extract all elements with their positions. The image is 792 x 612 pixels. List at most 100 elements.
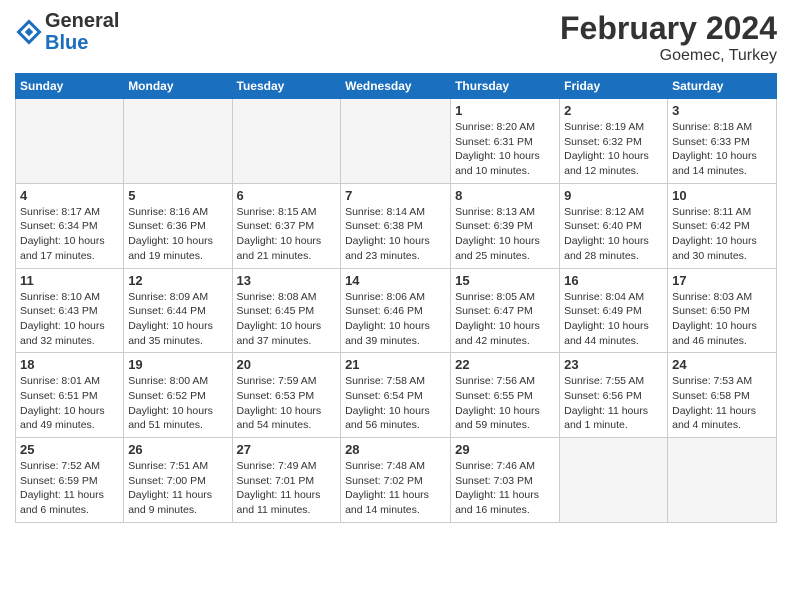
day-number: 4 (20, 188, 119, 203)
day-detail: Sunrise: 8:12 AM Sunset: 6:40 PM Dayligh… (564, 205, 663, 264)
calendar-cell: 11Sunrise: 8:10 AM Sunset: 6:43 PM Dayli… (16, 268, 124, 353)
day-detail: Sunrise: 8:17 AM Sunset: 6:34 PM Dayligh… (20, 205, 119, 264)
day-number: 24 (672, 357, 772, 372)
day-number: 1 (455, 103, 555, 118)
calendar-cell: 10 Sunrise: 8:11 AM Sunset: 6:42 PM Dayli… (668, 183, 777, 268)
day-number: 7 (345, 188, 446, 203)
day-number: 15 (455, 273, 555, 288)
day-header-sunday: Sunday (16, 74, 124, 99)
day-number: 5 (128, 188, 227, 203)
page-subtitle: Goemec, Turkey (560, 47, 777, 65)
calendar-cell (124, 99, 232, 184)
day-number: 12 (128, 273, 227, 288)
calendar-cell: 28 Sunrise: 7:48 AM Sunset: 7:02 PM Dayli… (341, 438, 451, 523)
calendar-cell: 23 Sunrise: 7:55 AM Sunset: 6:56 PM Dayli… (560, 353, 668, 438)
calendar-table: SundayMondayTuesdayWednesdayThursdayFrid… (15, 73, 777, 523)
calendar-cell: 16Sunrise: 8:04 AM Sunset: 6:49 PM Dayli… (560, 268, 668, 353)
day-number: 22 (455, 357, 555, 372)
calendar-cell: 5 Sunrise: 8:16 AM Sunset: 6:36 PM Daylig… (124, 183, 232, 268)
day-detail: Sunrise: 7:49 AM Sunset: 7:01 PM Dayligh… (237, 459, 337, 518)
day-detail: Sunrise: 7:52 AM Sunset: 6:59 PM Dayligh… (20, 459, 119, 518)
calendar-cell: 2 Sunrise: 8:19 AM Sunset: 6:32 PM Daylig… (560, 99, 668, 184)
calendar-cell: 9 Sunrise: 8:12 AM Sunset: 6:40 PM Daylig… (560, 183, 668, 268)
day-number: 29 (455, 442, 555, 457)
day-number: 28 (345, 442, 446, 457)
calendar-cell (232, 99, 341, 184)
day-number: 26 (128, 442, 227, 457)
day-number: 23 (564, 357, 663, 372)
calendar-cell: 3 Sunrise: 8:18 AM Sunset: 6:33 PM Daylig… (668, 99, 777, 184)
day-detail: Sunrise: 8:16 AM Sunset: 6:36 PM Dayligh… (128, 205, 227, 264)
calendar-header-row: SundayMondayTuesdayWednesdayThursdayFrid… (16, 74, 777, 99)
calendar-cell: 24 Sunrise: 7:53 AM Sunset: 6:58 PM Dayli… (668, 353, 777, 438)
day-number: 9 (564, 188, 663, 203)
day-detail: Sunrise: 8:00 AM Sunset: 6:52 PM Dayligh… (128, 374, 227, 433)
calendar-cell: 14Sunrise: 8:06 AM Sunset: 6:46 PM Dayli… (341, 268, 451, 353)
day-number: 19 (128, 357, 227, 372)
calendar-cell: 29 Sunrise: 7:46 AM Sunset: 7:03 PM Dayli… (451, 438, 560, 523)
calendar-cell: 17Sunrise: 8:03 AM Sunset: 6:50 PM Dayli… (668, 268, 777, 353)
day-detail: Sunrise: 8:03 AM Sunset: 6:50 PM Dayligh… (672, 290, 772, 349)
calendar-cell: 19 Sunrise: 8:00 AM Sunset: 6:52 PM Dayli… (124, 353, 232, 438)
day-detail: Sunrise: 7:46 AM Sunset: 7:03 PM Dayligh… (455, 459, 555, 518)
day-detail: Sunrise: 8:20 AM Sunset: 6:31 PM Dayligh… (455, 120, 555, 179)
day-header-wednesday: Wednesday (341, 74, 451, 99)
logo-general-text: General (45, 10, 119, 32)
calendar-cell (668, 438, 777, 523)
day-detail: Sunrise: 8:06 AM Sunset: 6:46 PM Dayligh… (345, 290, 446, 349)
logo-blue-text: Blue (45, 32, 119, 54)
calendar-cell: 25 Sunrise: 7:52 AM Sunset: 6:59 PM Dayli… (16, 438, 124, 523)
page-title: February 2024 (560, 10, 777, 47)
calendar-cell (16, 99, 124, 184)
day-detail: Sunrise: 7:58 AM Sunset: 6:54 PM Dayligh… (345, 374, 446, 433)
calendar-week-3: 11Sunrise: 8:10 AM Sunset: 6:43 PM Dayli… (16, 268, 777, 353)
day-detail: Sunrise: 8:01 AM Sunset: 6:51 PM Dayligh… (20, 374, 119, 433)
day-number: 21 (345, 357, 446, 372)
day-detail: Sunrise: 7:51 AM Sunset: 7:00 PM Dayligh… (128, 459, 227, 518)
page-header: General Blue February 2024 Goemec, Turke… (15, 10, 777, 65)
title-block: February 2024 Goemec, Turkey (560, 10, 777, 65)
calendar-cell: 18Sunrise: 8:01 AM Sunset: 6:51 PM Dayli… (16, 353, 124, 438)
calendar-week-1: 1 Sunrise: 8:20 AM Sunset: 6:31 PM Daylig… (16, 99, 777, 184)
calendar-cell: 8 Sunrise: 8:13 AM Sunset: 6:39 PM Daylig… (451, 183, 560, 268)
day-detail: Sunrise: 7:48 AM Sunset: 7:02 PM Dayligh… (345, 459, 446, 518)
day-detail: Sunrise: 7:56 AM Sunset: 6:55 PM Dayligh… (455, 374, 555, 433)
day-detail: Sunrise: 8:19 AM Sunset: 6:32 PM Dayligh… (564, 120, 663, 179)
day-detail: Sunrise: 8:14 AM Sunset: 6:38 PM Dayligh… (345, 205, 446, 264)
day-number: 2 (564, 103, 663, 118)
calendar-week-2: 4 Sunrise: 8:17 AM Sunset: 6:34 PM Daylig… (16, 183, 777, 268)
day-number: 6 (237, 188, 337, 203)
day-number: 10 (672, 188, 772, 203)
calendar-cell: 21 Sunrise: 7:58 AM Sunset: 6:54 PM Dayli… (341, 353, 451, 438)
calendar-cell: 4 Sunrise: 8:17 AM Sunset: 6:34 PM Daylig… (16, 183, 124, 268)
logo: General Blue (15, 10, 119, 54)
day-number: 25 (20, 442, 119, 457)
calendar-week-5: 25 Sunrise: 7:52 AM Sunset: 6:59 PM Dayli… (16, 438, 777, 523)
day-detail: Sunrise: 7:55 AM Sunset: 6:56 PM Dayligh… (564, 374, 663, 433)
day-header-monday: Monday (124, 74, 232, 99)
calendar-cell: 7 Sunrise: 8:14 AM Sunset: 6:38 PM Daylig… (341, 183, 451, 268)
day-number: 27 (237, 442, 337, 457)
day-detail: Sunrise: 8:11 AM Sunset: 6:42 PM Dayligh… (672, 205, 772, 264)
day-detail: Sunrise: 8:15 AM Sunset: 6:37 PM Dayligh… (237, 205, 337, 264)
calendar-cell: 12 Sunrise: 8:09 AM Sunset: 6:44 PM Dayli… (124, 268, 232, 353)
calendar-cell: 13Sunrise: 8:08 AM Sunset: 6:45 PM Dayli… (232, 268, 341, 353)
calendar-cell: 22 Sunrise: 7:56 AM Sunset: 6:55 PM Dayli… (451, 353, 560, 438)
day-detail: Sunrise: 8:08 AM Sunset: 6:45 PM Dayligh… (237, 290, 337, 349)
day-detail: Sunrise: 8:18 AM Sunset: 6:33 PM Dayligh… (672, 120, 772, 179)
day-detail: Sunrise: 7:53 AM Sunset: 6:58 PM Dayligh… (672, 374, 772, 433)
calendar-cell: 26 Sunrise: 7:51 AM Sunset: 7:00 PM Dayli… (124, 438, 232, 523)
day-detail: Sunrise: 8:13 AM Sunset: 6:39 PM Dayligh… (455, 205, 555, 264)
day-detail: Sunrise: 8:09 AM Sunset: 6:44 PM Dayligh… (128, 290, 227, 349)
day-header-thursday: Thursday (451, 74, 560, 99)
day-number: 3 (672, 103, 772, 118)
day-detail: Sunrise: 8:10 AM Sunset: 6:43 PM Dayligh… (20, 290, 119, 349)
calendar-cell: 27 Sunrise: 7:49 AM Sunset: 7:01 PM Dayli… (232, 438, 341, 523)
day-number: 8 (455, 188, 555, 203)
calendar-cell: 6 Sunrise: 8:15 AM Sunset: 6:37 PM Daylig… (232, 183, 341, 268)
calendar-cell: 20Sunrise: 7:59 AM Sunset: 6:53 PM Dayli… (232, 353, 341, 438)
day-header-friday: Friday (560, 74, 668, 99)
day-number: 16 (564, 273, 663, 288)
calendar-cell: 15Sunrise: 8:05 AM Sunset: 6:47 PM Dayli… (451, 268, 560, 353)
calendar-cell (341, 99, 451, 184)
